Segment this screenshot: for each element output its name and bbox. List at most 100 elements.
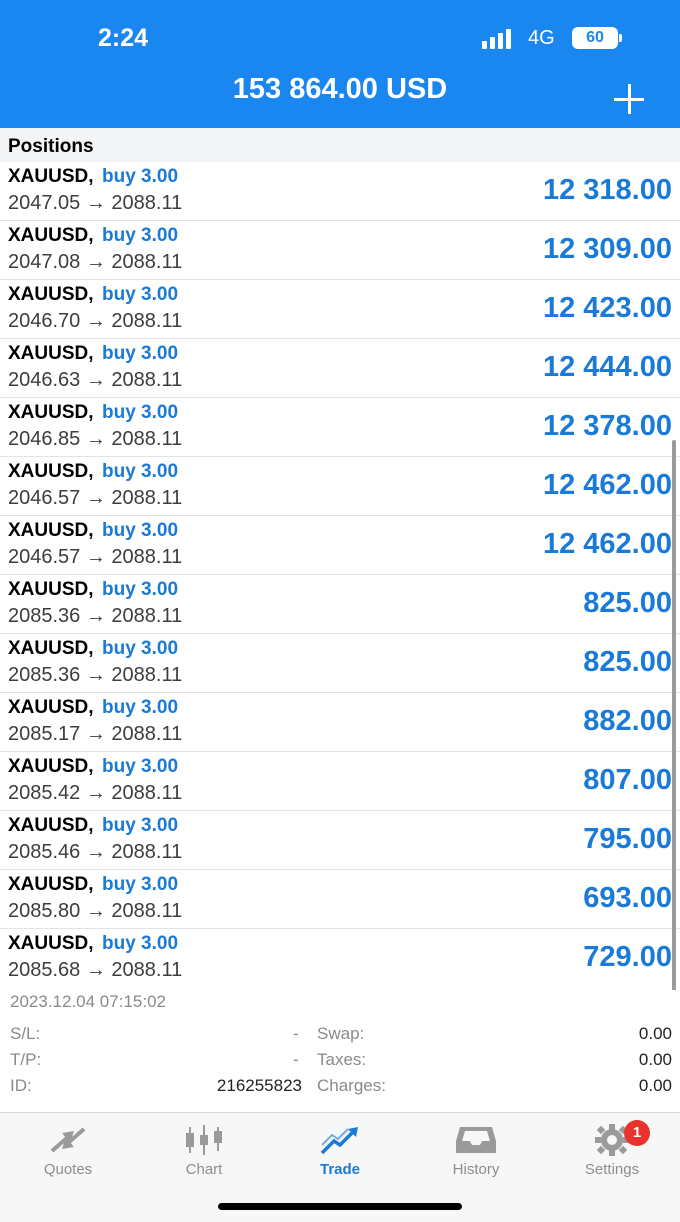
position-prices: 2046.85 → 2088.11: [8, 428, 183, 450]
position-row[interactable]: XAUUSD, buy 3.00 2047.08 → 2088.11 12 30…: [0, 221, 680, 280]
tab-chart[interactable]: Chart: [136, 1113, 272, 1193]
position-symbol: XAUUSD,: [8, 815, 94, 836]
position-side: buy 3.00: [102, 520, 179, 541]
taxes-value: 0.00: [638, 1050, 672, 1069]
position-profit: 825.00: [583, 646, 672, 678]
account-balance: 153 864.00 USD: [232, 73, 448, 105]
position-row[interactable]: XAUUSD, buy 3.00 2085.80 → 2088.11 693.0…: [0, 870, 680, 929]
id-value: 216255823: [216, 1076, 302, 1095]
battery-icon: 60: [572, 27, 618, 49]
position-symbol: XAUUSD,: [8, 874, 94, 895]
position-row[interactable]: XAUUSD, buy 3.00 2085.46 → 2088.11 795.0…: [0, 811, 680, 870]
position-side: buy 3.00: [102, 697, 179, 718]
tab-settings-label: Settings: [584, 1161, 640, 1178]
position-profit: 12 318.00: [542, 174, 672, 206]
position-row[interactable]: XAUUSD, buy 3.00 2046.57 → 2088.11 12 46…: [0, 516, 680, 575]
position-row[interactable]: XAUUSD, buy 3.00 2046.70 → 2088.11 12 42…: [0, 280, 680, 339]
position-symbol: XAUUSD,: [8, 697, 94, 718]
tab-trade[interactable]: Trade: [272, 1113, 408, 1193]
position-symbol: XAUUSD,: [8, 284, 94, 305]
position-prices: 2046.70 → 2088.11: [8, 310, 183, 332]
position-profit: 693.00: [583, 882, 672, 914]
position-prices: 2047.05 → 2088.11: [8, 192, 183, 214]
position-side: buy 3.00: [102, 933, 179, 954]
swap-label: Swap:: [317, 1024, 365, 1043]
section-title: Positions: [8, 136, 94, 157]
open-timestamp: 2023.12.04 07:15:02: [10, 992, 166, 1011]
position-symbol: XAUUSD,: [8, 933, 94, 954]
position-symbol: XAUUSD,: [8, 402, 94, 423]
position-profit: 795.00: [583, 823, 672, 855]
quotes-arrows-icon: [50, 1127, 86, 1153]
position-row[interactable]: XAUUSD, buy 3.00 2046.57 → 2088.11 12 46…: [0, 457, 680, 516]
position-profit: 12 462.00: [542, 469, 672, 501]
id-label: ID:: [10, 1076, 32, 1095]
position-side: buy 3.00: [102, 874, 179, 895]
position-row[interactable]: XAUUSD, buy 3.00 2046.63 → 2088.11 12 44…: [0, 339, 680, 398]
plus-icon[interactable]: [612, 82, 646, 116]
position-prices: 2085.36 → 2088.11: [8, 605, 183, 627]
position-profit: 729.00: [583, 941, 672, 973]
position-symbol: XAUUSD,: [8, 756, 94, 777]
position-profit: 807.00: [583, 764, 672, 796]
tab-history-label: History: [452, 1161, 500, 1178]
top-bar: 2:24 4G 60 153 864.00 USD: [0, 0, 680, 128]
position-row[interactable]: XAUUSD, buy 3.00 2047.05 → 2088.11 12 31…: [0, 162, 680, 221]
position-prices: 2046.63 → 2088.11: [8, 369, 183, 391]
tab-quotes-label: Quotes: [43, 1161, 93, 1178]
position-prices: 2085.42 → 2088.11: [8, 782, 183, 804]
position-prices: 2047.08 → 2088.11: [8, 251, 183, 273]
tp-label: T/P:: [10, 1050, 42, 1069]
taxes-label: Taxes:: [317, 1050, 367, 1069]
status-time: 2:24: [98, 24, 149, 52]
position-side: buy 3.00: [102, 343, 179, 364]
tp-value: -: [293, 1050, 299, 1069]
trade-trend-icon: [320, 1127, 358, 1155]
position-profit: 825.00: [583, 587, 672, 619]
position-side: buy 3.00: [102, 638, 179, 659]
position-prices: 2046.57 → 2088.11: [8, 487, 183, 509]
signal-icon: [482, 29, 518, 49]
positions-list: XAUUSD, buy 3.00 2047.05 → 2088.11 12 31…: [0, 162, 680, 988]
candlestick-icon: [186, 1125, 222, 1155]
tab-history[interactable]: History: [408, 1113, 544, 1193]
sl-label: S/L:: [10, 1024, 41, 1043]
home-indicator[interactable]: [218, 1203, 462, 1210]
swap-value: 0.00: [638, 1024, 672, 1043]
charges-label: Charges:: [317, 1076, 386, 1095]
position-side: buy 3.00: [102, 461, 179, 482]
position-row[interactable]: XAUUSD, buy 3.00 2085.36 → 2088.11 825.0…: [0, 634, 680, 693]
inbox-icon: [456, 1127, 496, 1153]
position-symbol: XAUUSD,: [8, 225, 94, 246]
position-profit: 12 423.00: [542, 292, 672, 324]
position-side: buy 3.00: [102, 579, 179, 600]
position-profit: 12 444.00: [542, 351, 672, 383]
tab-settings[interactable]: Settings: [544, 1113, 680, 1193]
position-details: 2023.12.04 07:15:02 S/L: - Swap: 0.00 T/…: [0, 990, 680, 1110]
position-side: buy 3.00: [102, 166, 179, 187]
position-row[interactable]: XAUUSD, buy 3.00 2085.17 → 2088.11 882.0…: [0, 693, 680, 752]
position-symbol: XAUUSD,: [8, 166, 94, 187]
position-profit: 12 378.00: [542, 410, 672, 442]
position-prices: 2085.36 → 2088.11: [8, 664, 183, 686]
position-side: buy 3.00: [102, 225, 179, 246]
network-type: 4G: [528, 27, 555, 49]
settings-notification-badge: 1: [624, 1120, 650, 1146]
positions-header: Positions: [0, 128, 680, 162]
position-side: buy 3.00: [102, 284, 179, 305]
position-side: buy 3.00: [102, 815, 179, 836]
position-profit: 12 309.00: [542, 233, 672, 265]
position-symbol: XAUUSD,: [8, 579, 94, 600]
tab-trade-label: Trade: [319, 1161, 361, 1178]
tab-quotes[interactable]: Quotes: [0, 1113, 136, 1193]
position-profit: 12 462.00: [542, 528, 672, 560]
position-profit: 882.00: [583, 705, 672, 737]
position-row[interactable]: XAUUSD, buy 3.00 2085.36 → 2088.11 825.0…: [0, 575, 680, 634]
position-symbol: XAUUSD,: [8, 343, 94, 364]
position-row[interactable]: XAUUSD, buy 3.00 2085.42 → 2088.11 807.0…: [0, 752, 680, 811]
position-symbol: XAUUSD,: [8, 461, 94, 482]
position-symbol: XAUUSD,: [8, 520, 94, 541]
position-prices: 2085.17 → 2088.11: [8, 723, 183, 745]
position-row-selected[interactable]: XAUUSD, buy 3.00 2085.68 → 2088.11 729.0…: [0, 929, 680, 988]
position-row[interactable]: XAUUSD, buy 3.00 2046.85 → 2088.11 12 37…: [0, 398, 680, 457]
